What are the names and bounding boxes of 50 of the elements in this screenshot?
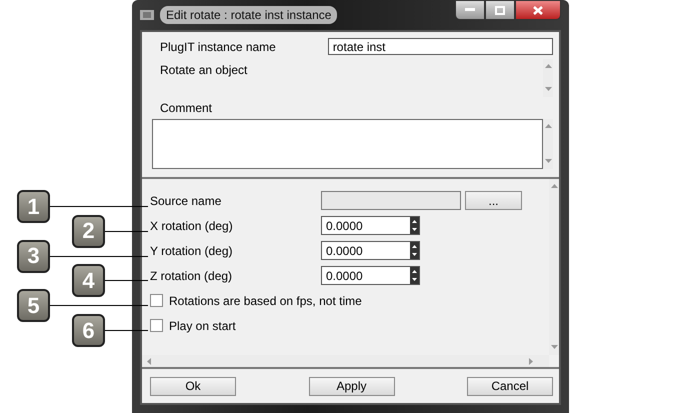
arrow-down-icon[interactable] <box>544 86 552 93</box>
leader-line <box>105 280 148 282</box>
leader-line <box>105 330 148 331</box>
field-label: Z rotation (deg) <box>150 268 234 282</box>
checkbox-label: Rotations are based on fps, not time <box>169 294 362 308</box>
leader-line <box>105 230 148 232</box>
app-icon <box>140 9 154 21</box>
close-icon <box>533 6 543 14</box>
browse-button[interactable]: ... <box>465 191 522 210</box>
maximize-button[interactable] <box>485 0 515 20</box>
callout-badge: 6 <box>72 314 105 347</box>
dialog-button[interactable]: Apply <box>308 376 394 396</box>
scrollbar[interactable] <box>543 59 553 97</box>
checkbox-label: Play on start <box>169 318 236 332</box>
dialog-button[interactable]: Ok <box>150 376 236 396</box>
arrow-left-icon[interactable] <box>146 358 153 364</box>
arrow-down-icon[interactable] <box>550 344 558 351</box>
spin-field[interactable]: 0.0000 <box>321 216 420 235</box>
instance-name-field[interactable]: rotate inst <box>328 38 553 55</box>
arrow-up-icon[interactable] <box>544 63 552 70</box>
scrollbar[interactable] <box>543 119 553 169</box>
checkbox[interactable] <box>150 294 163 307</box>
arrow-up-icon[interactable] <box>550 183 558 190</box>
maximize-icon <box>495 6 505 14</box>
field-label: Source name <box>150 194 222 208</box>
spin-field[interactable]: 0.0000 <box>321 241 420 260</box>
field-label: PlugIT instance name <box>159 40 277 54</box>
callout-badge: 5 <box>17 289 50 322</box>
close-button[interactable] <box>515 0 561 20</box>
scrollbar[interactable] <box>142 355 549 367</box>
comment-field[interactable] <box>152 119 543 169</box>
dialog-button[interactable]: Cancel <box>467 376 553 396</box>
description-text: Rotate an object <box>159 62 248 79</box>
source-name-field[interactable] <box>321 191 461 210</box>
callout-badge: 2 <box>72 214 105 248</box>
checkbox[interactable] <box>150 319 163 332</box>
field-label: Y rotation (deg) <box>150 244 234 258</box>
minimize-button[interactable] <box>455 0 485 20</box>
arrow-up-icon[interactable] <box>544 123 552 130</box>
spin-field[interactable]: 0.0000 <box>321 266 420 285</box>
callout-badge: 3 <box>17 240 50 273</box>
scrollbar[interactable] <box>549 179 559 355</box>
minimize-icon <box>465 8 475 12</box>
field-label: Comment <box>159 101 214 115</box>
arrow-right-icon[interactable] <box>528 358 535 364</box>
window-title: Edit rotate : rotate inst instance <box>160 6 338 24</box>
field-label: X rotation (deg) <box>150 218 234 232</box>
arrow-down-icon[interactable] <box>544 158 552 165</box>
callout-badge: 4 <box>72 264 105 298</box>
callout-badge: 1 <box>17 190 50 223</box>
